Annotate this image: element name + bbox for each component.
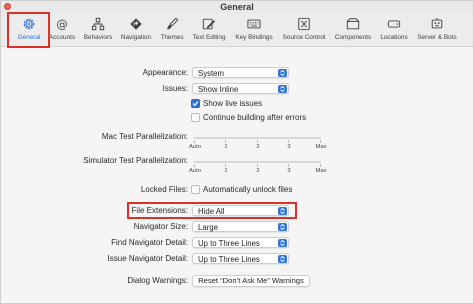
title-bar: General [1, 1, 473, 13]
mac-slider-track[interactable] [194, 137, 321, 139]
tab-accounts[interactable]: @ Accounts [47, 13, 77, 47]
mac-slider-tick [194, 140, 195, 143]
tab-key-bindings[interactable]: Key Bindings [233, 13, 275, 47]
mac-tick-label-max: Max [315, 144, 327, 150]
tab-server-and-bots[interactable]: Server & Bots [415, 13, 459, 47]
tab-locations[interactable]: Locations [377, 13, 411, 47]
mac-slider-tick [257, 140, 258, 143]
tab-source-control[interactable]: Source Control [280, 13, 328, 47]
appearance-popup[interactable]: System [192, 67, 289, 78]
sim-slider-tick [320, 164, 321, 167]
appearance-label: Appearance: [142, 68, 188, 77]
mac-tick-label-1: 1 [224, 144, 228, 150]
tab-source-control-label: Source Control [282, 34, 326, 41]
components-icon [346, 17, 360, 31]
tab-behaviors-label: Behaviors [83, 34, 113, 41]
keyboard-icon [247, 17, 261, 31]
tab-accounts-label: Accounts [48, 34, 76, 41]
general-settings-pane: Appearance: System Issues: Show Inline S… [1, 48, 473, 303]
general-tab-highlight [7, 12, 50, 48]
tab-text-editing[interactable]: Text Editing [189, 13, 229, 47]
mac-tick-label-auto: Auto [189, 144, 201, 150]
preferences-window: General General @ Accounts Behaviors Nav… [0, 0, 474, 304]
tab-text-editing-label: Text Editing [192, 34, 226, 41]
behaviors-icon [91, 17, 105, 31]
sim-tick-label-max: Max [315, 168, 327, 174]
sim-tick-label-1: 1 [224, 168, 228, 174]
mac-slider-tick [320, 140, 321, 143]
chevron-up-down-icon [278, 239, 287, 247]
tab-navigation[interactable]: Navigation [118, 13, 154, 47]
tab-server-and-bots-label: Server & Bots [417, 34, 457, 41]
navigator-size-value: Large [198, 222, 218, 232]
file-extensions-highlight [127, 202, 297, 219]
reset-dont-ask-me-warnings-button[interactable]: Reset “Don’t Ask Me” Warnings [192, 275, 310, 287]
show-live-issues-label: Show live issues [203, 99, 263, 108]
chevron-up-down-icon [278, 223, 287, 231]
issues-label: Issues: [162, 84, 188, 93]
sim-slider-tick [194, 164, 195, 167]
sim-tick-label-3: 3 [287, 168, 291, 174]
chevron-up-down-icon [278, 69, 287, 77]
sim-slider-tick [225, 164, 226, 167]
navigation-icon [129, 17, 143, 31]
chevron-up-down-icon [278, 85, 287, 93]
sim-slider-tick [257, 164, 258, 167]
find-navigator-detail-value: Up to Three Lines [198, 238, 260, 248]
auto-unlock-files-checkbox[interactable] [191, 185, 200, 194]
tab-components-label: Components [334, 34, 372, 41]
continue-building-checkbox[interactable] [191, 113, 200, 122]
show-live-issues-checkbox[interactable] [191, 99, 200, 108]
appearance-value: System [198, 68, 224, 78]
issue-navigator-detail-value: Up to Three Lines [198, 254, 260, 264]
mac-test-parallelization-label: Mac Test Parallelization: [101, 132, 188, 141]
navigator-size-popup[interactable]: Large [192, 221, 289, 232]
drive-icon [387, 17, 401, 31]
tab-navigation-label: Navigation [120, 34, 152, 41]
sim-tick-label-2: 2 [256, 168, 260, 174]
find-navigator-detail-popup[interactable]: Up to Three Lines [192, 237, 289, 248]
mac-tick-label-3: 3 [287, 144, 291, 150]
tab-behaviors[interactable]: Behaviors [82, 13, 114, 47]
dialog-warnings-label: Dialog Warnings: [127, 276, 188, 285]
window-title: General [220, 2, 254, 12]
pencil-icon [202, 17, 216, 31]
issues-popup[interactable]: Show Inline [192, 83, 289, 94]
tab-key-bindings-label: Key Bindings [235, 34, 273, 41]
tab-locations-label: Locations [380, 34, 408, 41]
issue-navigator-detail-popup[interactable]: Up to Three Lines [192, 253, 289, 264]
sim-tick-label-auto: Auto [189, 168, 201, 174]
sim-slider-tick [288, 164, 289, 167]
auto-unlock-files-label: Automatically unlock files [203, 185, 293, 194]
server-icon [430, 17, 444, 31]
continue-building-label: Continue building after errors [203, 113, 307, 122]
mac-slider-tick [225, 140, 226, 143]
issue-navigator-detail-label: Issue Navigator Detail: [107, 254, 188, 263]
sim-slider-track[interactable] [194, 161, 321, 163]
simulator-test-parallelization-label: Simulator Test Parallelization: [83, 156, 188, 165]
tab-components[interactable]: Components [332, 13, 374, 47]
tab-themes-label: Themes [160, 34, 184, 41]
chevron-up-down-icon [278, 255, 287, 263]
navigator-size-label: Navigator Size: [133, 222, 188, 231]
tab-themes[interactable]: Themes [158, 13, 186, 47]
source-control-icon [297, 17, 311, 31]
at-sign-icon: @ [55, 17, 69, 31]
preferences-toolbar: General @ Accounts Behaviors Navigation [1, 13, 473, 47]
checkmark-icon [192, 101, 199, 107]
locked-files-label: Locked Files: [140, 185, 188, 194]
mac-tick-label-2: 2 [256, 144, 260, 150]
brush-icon [165, 17, 179, 31]
svg-text:@: @ [56, 17, 67, 31]
find-navigator-detail-label: Find Navigator Detail: [111, 238, 188, 247]
mac-slider-tick [288, 140, 289, 143]
issues-value: Show Inline [198, 84, 239, 94]
